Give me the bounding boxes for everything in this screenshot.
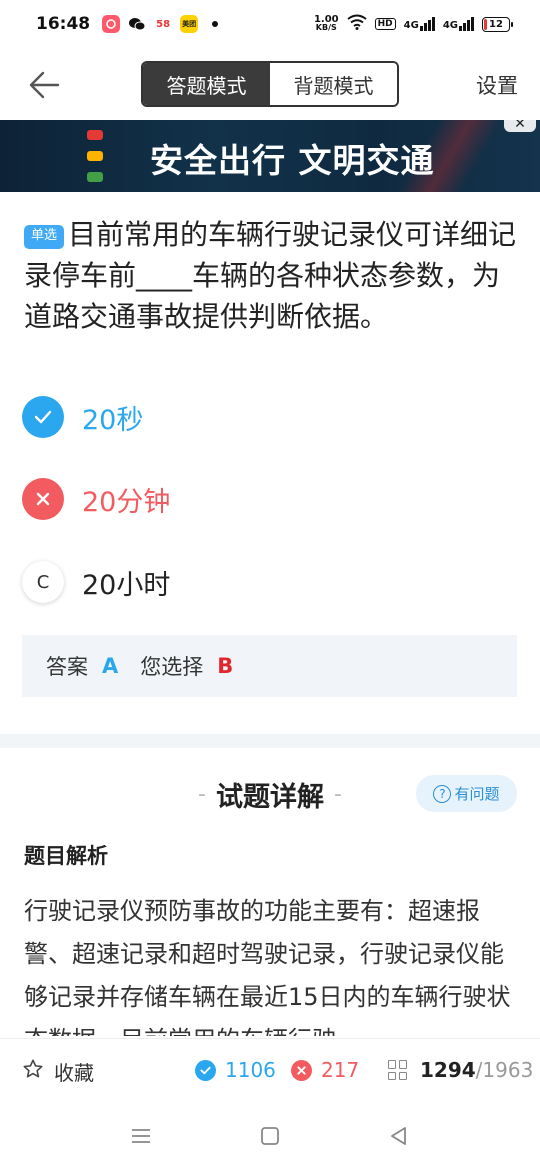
question-type-badge: 单选 — [24, 225, 65, 249]
favorite-label: 收藏 — [54, 1061, 94, 1085]
check-circle-icon — [195, 1059, 216, 1081]
question-mark-icon: ? — [433, 784, 452, 803]
analysis-subtitle: 题目解析 — [24, 844, 108, 868]
option-a-text: 20秒 — [82, 404, 144, 436]
current-question-number: 1294 — [420, 1058, 476, 1082]
title-dash-left: - — [198, 781, 206, 807]
question-index-button[interactable]: 1294 /1963 — [388, 1058, 533, 1082]
battery-fill — [484, 18, 487, 30]
question-text-block: 单选 目前常用的车辆行驶记录仪可详细记录停车前____车辆的各种状态参数，为道路交… — [24, 214, 520, 337]
triangle-back-icon — [391, 1127, 406, 1145]
traffic-light-icon — [86, 130, 104, 182]
favorite-button[interactable]: 收藏 — [22, 1057, 94, 1086]
app-icon-1 — [102, 15, 121, 33]
status-time: 16:48 — [36, 14, 91, 34]
arrow-left-icon — [29, 71, 60, 99]
status-bar: 16:48 58 美团 1.00 KB/S HD 4G 4G 12 — [0, 0, 540, 48]
title-dash-right: - — [334, 781, 342, 807]
correct-answer: A — [102, 654, 119, 678]
traffic-light-red — [87, 130, 103, 140]
answer-summary: 答案 A 您选择 B — [22, 635, 517, 697]
answer-label: 答案 — [46, 655, 88, 679]
explanation-title: 试题详解 — [216, 781, 324, 813]
option-c[interactable]: C 20小时 — [22, 558, 518, 606]
status-indicators: 1.00 KB/S HD 4G 4G 12 — [314, 14, 513, 34]
explanation-header: - 试题详解 - ? 有问题 — [0, 770, 540, 818]
cross-circle-icon — [291, 1059, 312, 1081]
wechat-icon — [128, 15, 147, 33]
tab-recite-mode[interactable]: 背题模式 — [270, 63, 397, 105]
option-c-text: 20小时 — [82, 569, 171, 601]
network-speed-unit: KB/S — [315, 23, 337, 32]
tab-exam-mode[interactable]: 答题模式 — [143, 63, 270, 105]
top-nav: 答题模式 背题模式 设置 — [0, 48, 540, 120]
traffic-light-green — [87, 172, 103, 182]
bottom-bar: 收藏 1106 217 1294 /1963 — [0, 1038, 540, 1106]
traffic-light-yellow — [87, 151, 103, 161]
menu-icon — [132, 1129, 150, 1143]
ad-banner[interactable]: 安全出行 文明交通 ✕ — [0, 120, 540, 192]
wrong-count-stat: 217 — [291, 1058, 359, 1082]
section-divider — [0, 734, 540, 748]
cross-icon — [22, 478, 64, 520]
report-problem-label: 有问题 — [454, 785, 500, 803]
option-b-text: 20分钟 — [82, 486, 171, 518]
settings-button[interactable]: 设置 — [476, 70, 518, 100]
square-icon — [261, 1127, 279, 1145]
check-icon — [22, 396, 64, 438]
network-speed: 1.00 KB/S — [314, 15, 339, 32]
your-choice: B — [217, 654, 234, 678]
mode-toggle: 答题模式 背题模式 — [141, 61, 399, 107]
analysis-text: 行驶记录仪预防事故的功能主要有：超速报警、超速记录和超时驾驶记录，行驶记录仪能够… — [24, 897, 511, 1036]
star-icon — [22, 1058, 44, 1086]
correct-count-stat: 1106 — [195, 1058, 276, 1082]
correct-count: 1106 — [225, 1058, 276, 1082]
wrong-count: 217 — [321, 1058, 360, 1082]
meituan-icon: 美团 — [180, 15, 199, 33]
menu-nav-button[interactable] — [129, 1124, 153, 1148]
battery-icon: 12 — [482, 16, 513, 32]
option-b[interactable]: 20分钟 — [22, 475, 518, 523]
question-text: 目前常用的车辆行驶记录仪可详细记录停车前____车辆的各种状态参数，为道路交通事… — [24, 218, 517, 333]
banner-text: 安全出行 文明交通 — [150, 141, 435, 180]
wifi-icon — [347, 14, 367, 34]
status-app-icons: 58 美团 — [102, 15, 219, 33]
your-choice-label: 您选择 — [140, 655, 204, 679]
back-nav-button[interactable] — [387, 1124, 411, 1148]
hd-voice-icon: HD — [374, 18, 396, 30]
58-icon: 58 — [154, 15, 173, 33]
grid-icon — [388, 1060, 408, 1080]
report-problem-button[interactable]: ? 有问题 — [416, 775, 517, 812]
back-button[interactable] — [28, 68, 62, 102]
signal-2-label: 4G — [442, 20, 458, 31]
banner-close-button[interactable]: ✕ — [504, 120, 536, 132]
option-a[interactable]: 20秒 — [22, 393, 518, 441]
battery-level: 12 — [489, 18, 503, 30]
signal-1-label: 4G — [403, 20, 419, 31]
signal-4g-icon-1: 4G — [404, 17, 435, 31]
option-c-letter: C — [22, 561, 64, 603]
home-nav-button[interactable] — [258, 1124, 282, 1148]
signal-4g-icon-2: 4G — [443, 17, 474, 31]
notification-dot-icon — [212, 21, 219, 27]
total-question-number: /1963 — [475, 1058, 534, 1082]
system-navigation-bar — [0, 1106, 540, 1170]
